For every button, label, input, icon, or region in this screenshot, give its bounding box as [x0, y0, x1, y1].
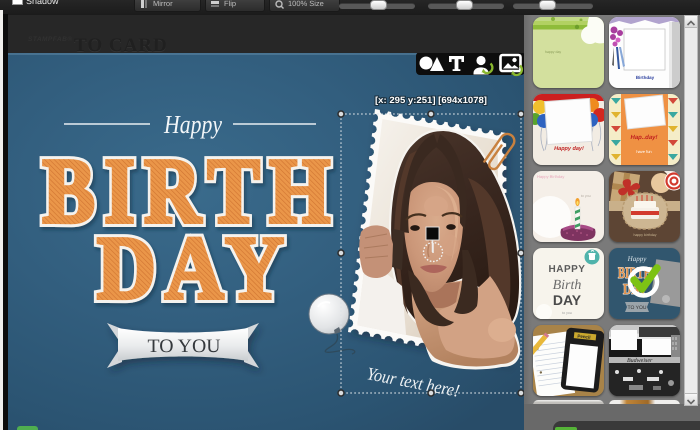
- svg-text:Happy day!: Happy day!: [554, 146, 584, 152]
- svg-text:happy day: happy day: [545, 50, 561, 54]
- svg-text:DAY: DAY: [553, 292, 582, 308]
- svg-text:[x: 295 y:251] [694x1078]: [x: 295 y:251] [694x1078]: [375, 95, 487, 105]
- svg-text:TO YOU: TO YOU: [148, 336, 221, 357]
- svg-text:Hap..day!: Hap..day!: [630, 134, 657, 141]
- svg-text:to you: to you: [581, 194, 591, 198]
- svg-text:HAPPY: HAPPY: [549, 264, 586, 275]
- svg-text:Your text here!: Your text here!: [365, 363, 461, 401]
- svg-text:to you: to you: [562, 311, 572, 315]
- svg-text:happy birthday: happy birthday: [634, 233, 657, 237]
- svg-text:Happy Birthday: Happy Birthday: [537, 174, 564, 179]
- svg-text:Birth: Birth: [553, 278, 582, 293]
- svg-text:Birthday: Birthday: [636, 75, 655, 80]
- svg-text:DAY: DAY: [97, 219, 293, 318]
- svg-text:have fun: have fun: [636, 149, 651, 154]
- svg-text:Budweiser: Budweiser: [627, 357, 653, 364]
- svg-text:Happy: Happy: [163, 110, 222, 139]
